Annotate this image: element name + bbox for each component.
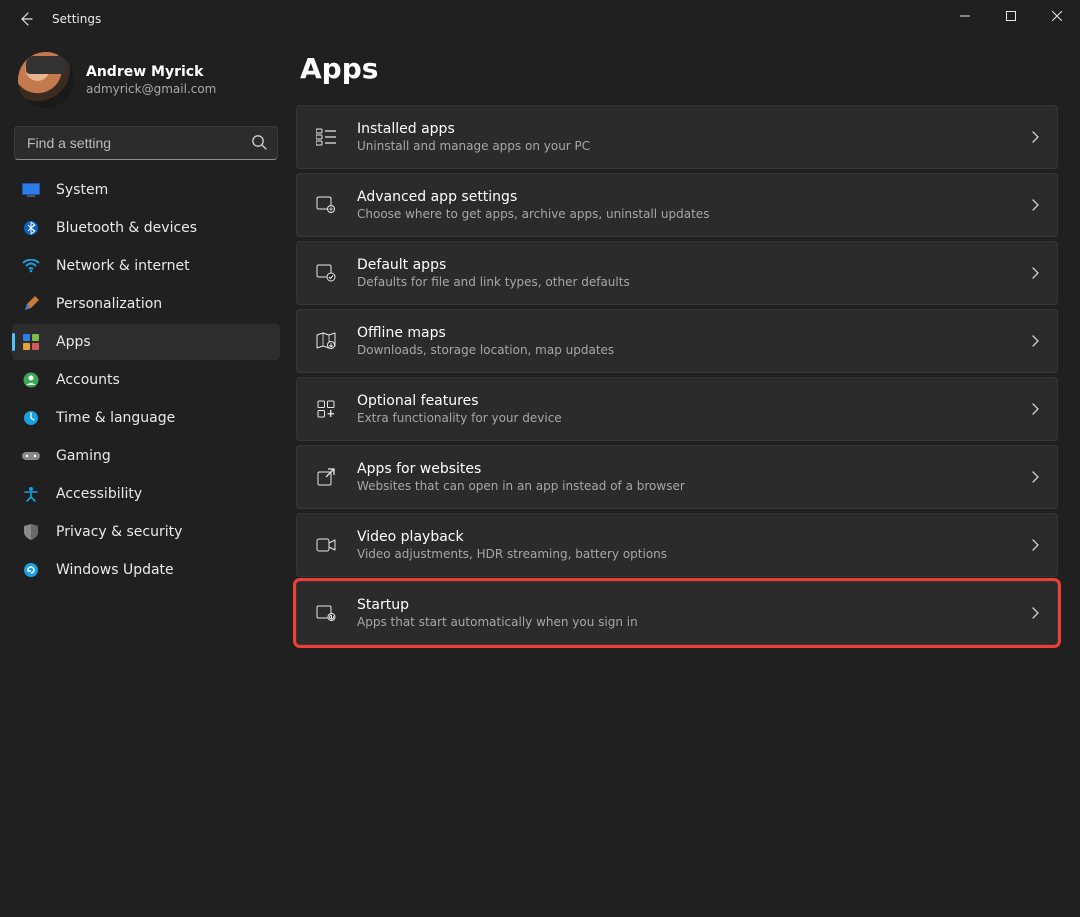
sidebar-item-label: Apps: [56, 334, 91, 350]
card-title: Advanced app settings: [357, 188, 709, 206]
arrow-left-icon: [18, 11, 34, 27]
minimize-icon: [960, 11, 970, 21]
video-icon: [315, 534, 337, 556]
sidebar-item-apps[interactable]: Apps: [12, 324, 280, 360]
page-title: Apps: [300, 52, 1058, 85]
chevron-right-icon: [1031, 335, 1039, 347]
maximize-icon: [1006, 11, 1016, 21]
startup-icon: [315, 602, 337, 624]
card-title: Offline maps: [357, 324, 614, 342]
card-desc: Uninstall and manage apps on your PC: [357, 138, 590, 154]
card-video-playback[interactable]: Video playback Video adjustments, HDR st…: [296, 513, 1058, 577]
card-title: Apps for websites: [357, 460, 685, 478]
card-desc: Apps that start automatically when you s…: [357, 614, 638, 630]
card-default-apps[interactable]: Default apps Defaults for file and link …: [296, 241, 1058, 305]
close-button[interactable]: [1034, 0, 1080, 32]
sidebar-item-label: Gaming: [56, 448, 111, 464]
sidebar-item-personalization[interactable]: Personalization: [12, 286, 280, 322]
profile[interactable]: Andrew Myrick admyrick@gmail.com: [12, 48, 280, 126]
sidebar-item-privacy[interactable]: Privacy & security: [12, 514, 280, 550]
card-advanced-app-settings[interactable]: Advanced app settings Choose where to ge…: [296, 173, 1058, 237]
window-title: Settings: [52, 12, 101, 26]
nav: System Bluetooth & devices Network & int…: [12, 172, 280, 588]
card-title: Video playback: [357, 528, 667, 546]
sidebar-item-label: Windows Update: [56, 562, 174, 578]
chevron-right-icon: [1031, 267, 1039, 279]
sidebar-item-label: System: [56, 182, 108, 198]
accessibility-icon: [22, 485, 40, 503]
maximize-button[interactable]: [988, 0, 1034, 32]
map-icon: [315, 330, 337, 352]
chevron-right-icon: [1031, 539, 1039, 551]
sidebar-item-label: Accessibility: [56, 486, 142, 502]
chevron-right-icon: [1031, 471, 1039, 483]
open-external-icon: [315, 466, 337, 488]
card-offline-maps[interactable]: Offline maps Downloads, storage location…: [296, 309, 1058, 373]
search-icon: [250, 133, 268, 151]
card-desc: Choose where to get apps, archive apps, …: [357, 206, 709, 222]
brush-icon: [22, 295, 40, 313]
profile-email: admyrick@gmail.com: [86, 81, 216, 97]
chevron-right-icon: [1031, 199, 1039, 211]
sidebar-item-network[interactable]: Network & internet: [12, 248, 280, 284]
avatar: [18, 52, 74, 108]
titlebar: Settings: [0, 0, 1080, 38]
sidebar-item-bluetooth[interactable]: Bluetooth & devices: [12, 210, 280, 246]
sidebar-item-label: Time & language: [56, 410, 175, 426]
sidebar-item-accessibility[interactable]: Accessibility: [12, 476, 280, 512]
apps-icon: [22, 333, 40, 351]
card-title: Default apps: [357, 256, 630, 274]
sidebar-item-label: Personalization: [56, 296, 162, 312]
card-desc: Video adjustments, HDR streaming, batter…: [357, 546, 667, 562]
card-startup[interactable]: Startup Apps that start automatically wh…: [296, 581, 1058, 645]
sidebar-item-time[interactable]: Time & language: [12, 400, 280, 436]
sidebar-item-gaming[interactable]: Gaming: [12, 438, 280, 474]
card-optional-features[interactable]: Optional features Extra functionality fo…: [296, 377, 1058, 441]
card-installed-apps[interactable]: Installed apps Uninstall and manage apps…: [296, 105, 1058, 169]
sidebar-item-label: Bluetooth & devices: [56, 220, 197, 236]
card-apps-for-websites[interactable]: Apps for websites Websites that can open…: [296, 445, 1058, 509]
sidebar-item-label: Privacy & security: [56, 524, 182, 540]
person-icon: [22, 371, 40, 389]
chevron-right-icon: [1031, 403, 1039, 415]
card-title: Optional features: [357, 392, 562, 410]
main: Apps Installed apps Uninstall and manage…: [292, 38, 1080, 917]
sidebar-item-system[interactable]: System: [12, 172, 280, 208]
clock-globe-icon: [22, 409, 40, 427]
cards: Installed apps Uninstall and manage apps…: [296, 105, 1058, 645]
profile-name: Andrew Myrick: [86, 63, 216, 81]
sidebar: Andrew Myrick admyrick@gmail.com System: [0, 38, 292, 917]
back-button[interactable]: [14, 7, 38, 31]
sidebar-item-accounts[interactable]: Accounts: [12, 362, 280, 398]
card-desc: Websites that can open in an app instead…: [357, 478, 685, 494]
close-icon: [1052, 11, 1062, 21]
minimize-button[interactable]: [942, 0, 988, 32]
chevron-right-icon: [1031, 607, 1039, 619]
gamepad-icon: [22, 447, 40, 465]
window-controls: [942, 0, 1080, 32]
wifi-icon: [22, 257, 40, 275]
sidebar-item-label: Accounts: [56, 372, 120, 388]
shield-icon: [22, 523, 40, 541]
advanced-settings-icon: [315, 194, 337, 216]
sidebar-item-label: Network & internet: [56, 258, 190, 274]
card-title: Startup: [357, 596, 638, 614]
system-icon: [22, 181, 40, 199]
installed-apps-icon: [315, 126, 337, 148]
search-input[interactable]: [14, 126, 278, 160]
update-icon: [22, 561, 40, 579]
chevron-right-icon: [1031, 131, 1039, 143]
card-desc: Extra functionality for your device: [357, 410, 562, 426]
card-title: Installed apps: [357, 120, 590, 138]
bluetooth-icon: [22, 219, 40, 237]
optional-features-icon: [315, 398, 337, 420]
card-desc: Defaults for file and link types, other …: [357, 274, 630, 290]
sidebar-item-update[interactable]: Windows Update: [12, 552, 280, 588]
search: [14, 126, 278, 160]
default-apps-icon: [315, 262, 337, 284]
profile-text: Andrew Myrick admyrick@gmail.com: [86, 63, 216, 97]
card-desc: Downloads, storage location, map updates: [357, 342, 614, 358]
